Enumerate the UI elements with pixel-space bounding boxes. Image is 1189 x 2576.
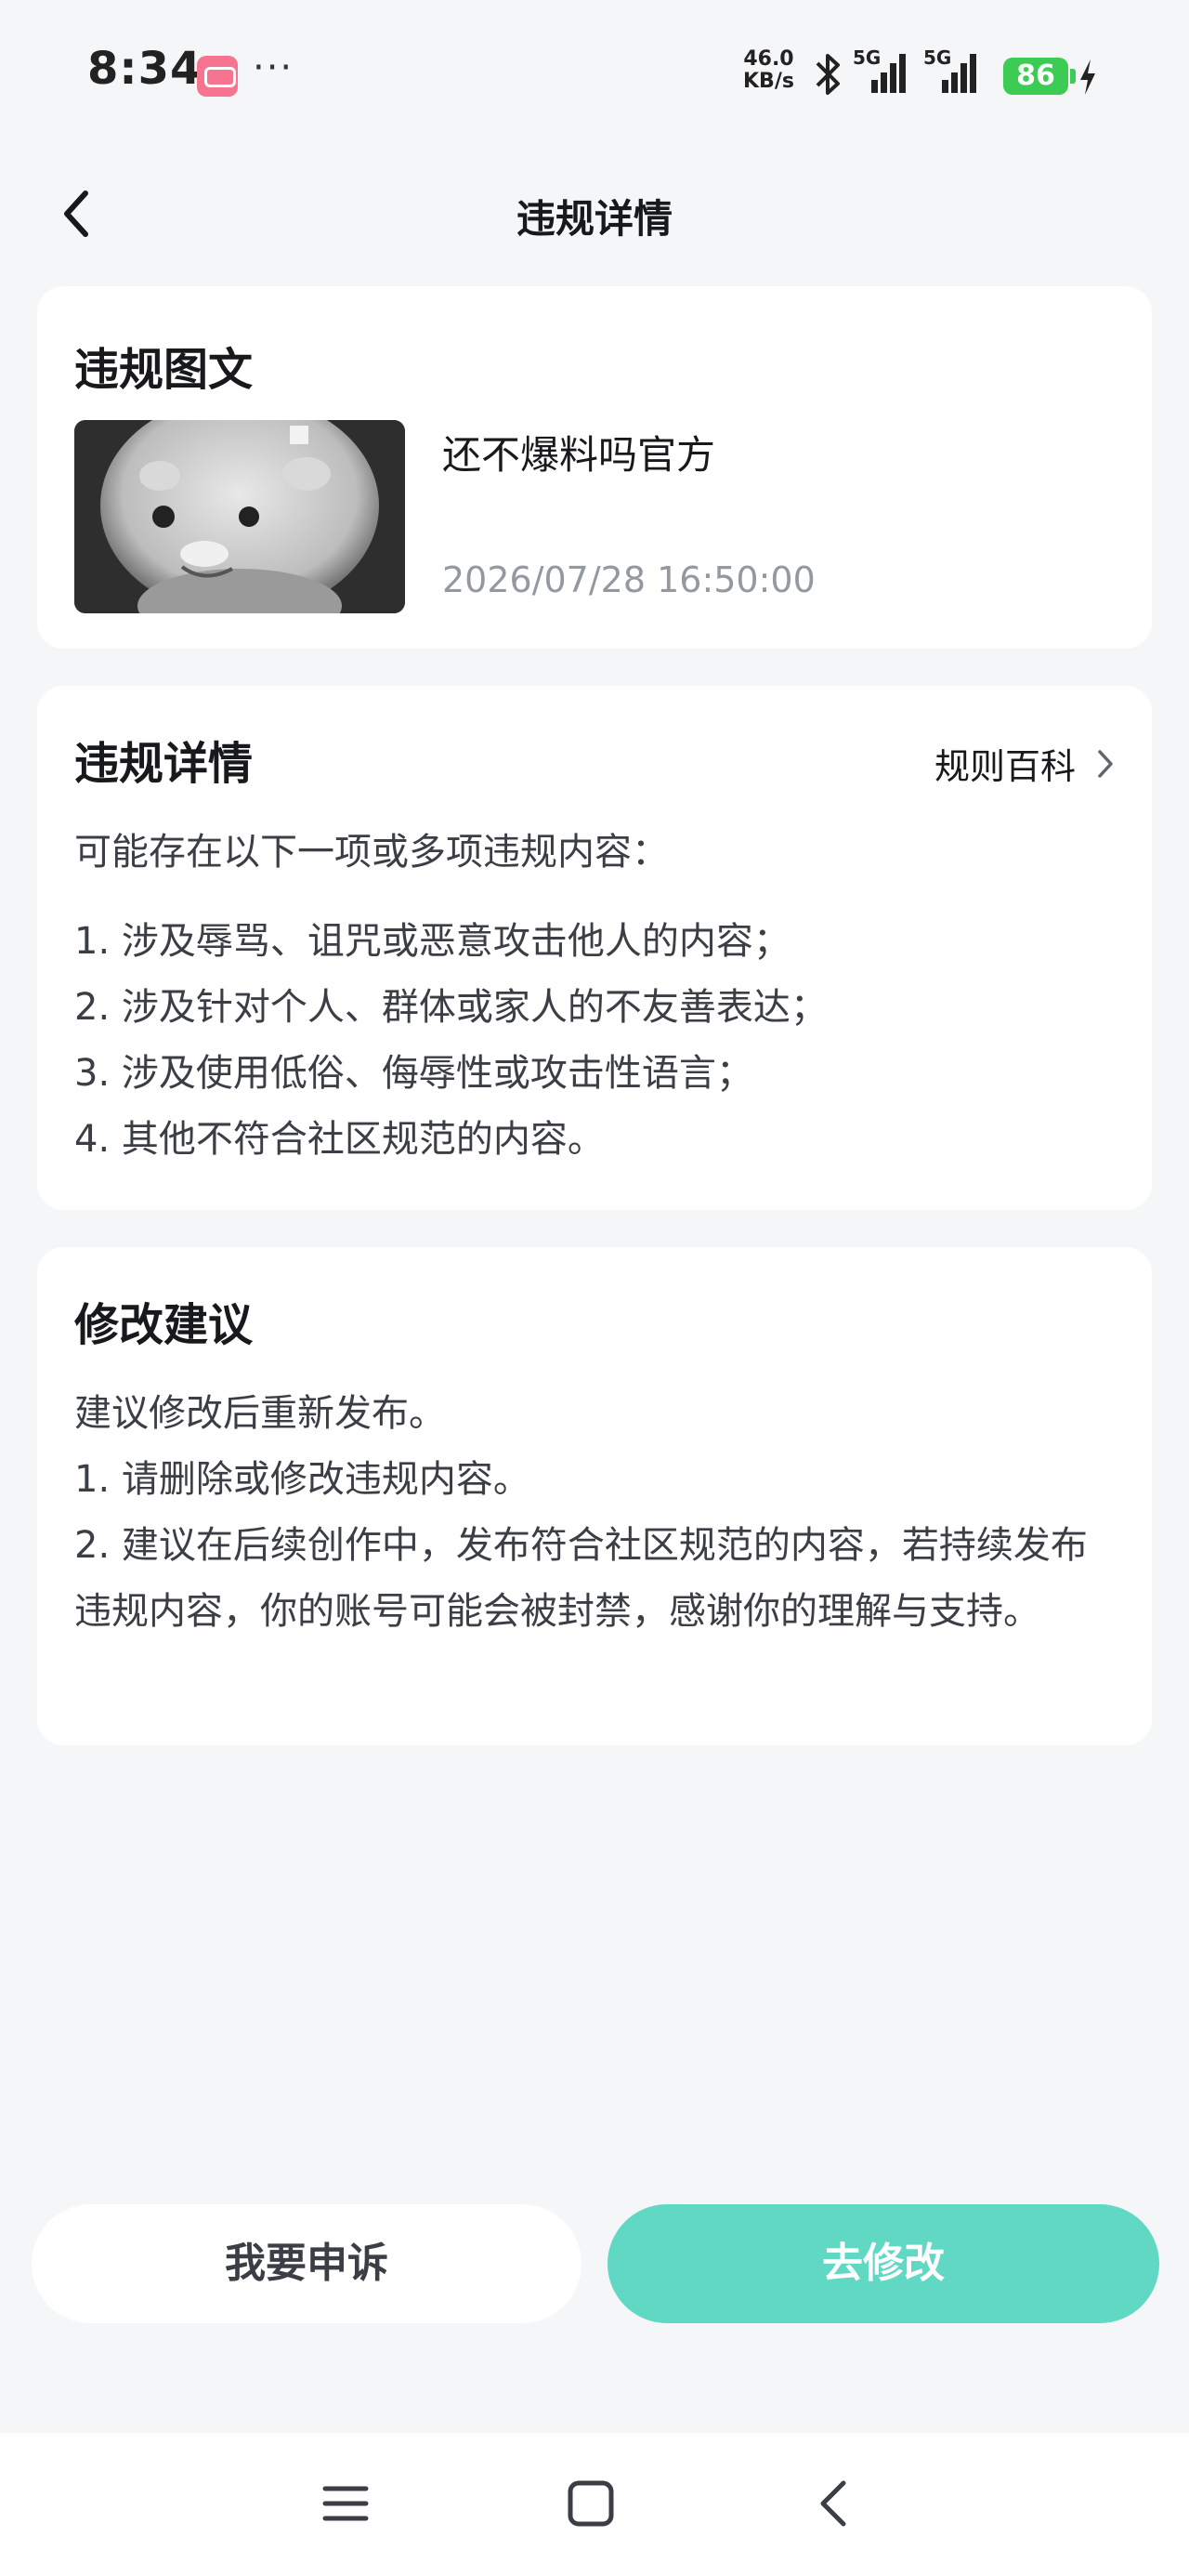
list-item: 2. 涉及针对个人、群体或家人的不友善表达； — [74, 986, 828, 1029]
top-nav-bar: 违规详情 — [0, 167, 1189, 260]
list-item: 建议修改后重新发布。 — [74, 1392, 446, 1435]
list-item: 4. 其他不符合社区规范的内容。 — [74, 1118, 605, 1161]
violating-post-card: 违规图文 还不爆料吗官方 2026/07/28 16:50:00 — [37, 286, 1152, 649]
suggestions-text: 建议修改后重新发布。 1. 请删除或修改违规内容。 2. 建议在后续创作中，发布… — [74, 1381, 1115, 1645]
list-item: 1. 涉及辱骂、诅咒或恶意攻击他人的内容； — [74, 920, 790, 963]
go-edit-button[interactable]: 去修改 — [608, 2204, 1159, 2323]
post-timestamp: 2026/07/28 16:50:00 — [442, 559, 816, 600]
signal-5g-icon: 5G — [853, 46, 912, 99]
chevron-right-icon — [1098, 749, 1113, 778]
piglet-meme-image — [74, 420, 405, 613]
back-chevron-icon[interactable] — [808, 2476, 864, 2531]
section-title-suggestions: 修改建议 — [74, 1299, 254, 1351]
home-square-icon[interactable] — [563, 2476, 619, 2531]
network-speed-value: 46.0 — [743, 47, 794, 71]
status-bar: 8:34 ··· 46.0 KB/s 5G 5G 86 — [0, 0, 1189, 139]
violation-details-card: 违规详情 规则百科 可能存在以下一项或多项违规内容： 1. 涉及辱骂、诅咒或恶意… — [37, 686, 1152, 1210]
appeal-button[interactable]: 我要申诉 — [32, 2204, 581, 2323]
menu-icon[interactable] — [318, 2476, 373, 2531]
section-title-violation-details: 违规详情 — [74, 738, 254, 790]
violation-rules-list: 1. 涉及辱骂、诅咒或恶意攻击他人的内容； 2. 涉及针对个人、群体或家人的不友… — [74, 909, 1115, 1173]
list-item: 3. 涉及使用低俗、侮辱性或攻击性语言； — [74, 1052, 753, 1095]
rules-wiki-label: 规则百科 — [934, 746, 1076, 787]
post-title[interactable]: 还不爆料吗官方 — [442, 424, 715, 480]
network-speed: 46.0 KB/s — [743, 48, 794, 93]
list-item: 2. 建议在后续创作中，发布符合社区规范的内容，若持续发布违规内容，你的账号可能… — [74, 1524, 1088, 1633]
battery-tip — [1070, 69, 1076, 84]
section-title-violating-post: 违规图文 — [74, 344, 254, 396]
list-item: 1. 请删除或修改违规内容。 — [74, 1458, 530, 1501]
signal-5g-icon: 5G — [923, 46, 983, 99]
network-speed-unit: KB/s — [743, 70, 794, 93]
status-time: 8:34 — [87, 43, 203, 95]
bilibili-icon — [197, 56, 238, 97]
more-notifications-icon: ··· — [253, 46, 294, 89]
page-title: 违规详情 — [516, 196, 673, 242]
post-thumbnail[interactable] — [74, 420, 405, 613]
rules-wiki-link[interactable]: 规则百科 — [934, 738, 1115, 789]
charging-icon — [1080, 59, 1095, 95]
violation-intro-text: 可能存在以下一项或多项违规内容： — [74, 831, 669, 874]
bluetooth-icon — [816, 54, 840, 95]
system-navigation-bar — [0, 2433, 1189, 2576]
edit-suggestions-card: 修改建议 建议修改后重新发布。 1. 请删除或修改违规内容。 2. 建议在后续创… — [37, 1247, 1152, 1745]
battery-icon: 86 — [1003, 58, 1068, 95]
